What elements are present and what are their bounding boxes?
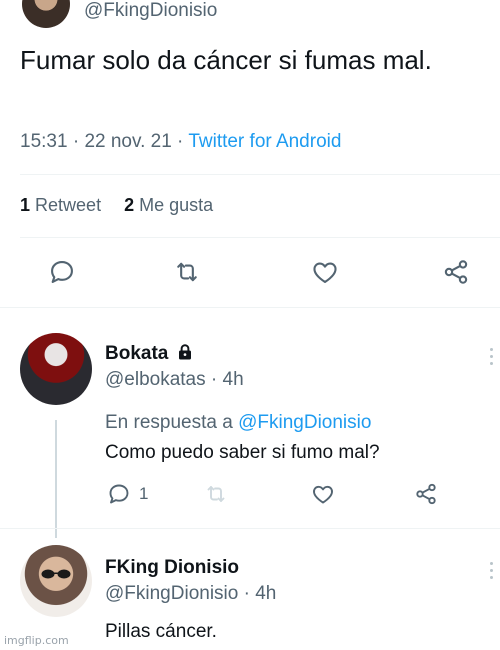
more-icon[interactable] — [490, 562, 496, 579]
retweet-button[interactable] — [172, 258, 202, 286]
sunglasses-icon — [41, 569, 71, 579]
likes-stat[interactable]: 2 Me gusta — [124, 195, 213, 215]
like-icon — [313, 485, 333, 504]
divider — [20, 237, 500, 238]
main-tweet-text: Fumar solo da cáncer si fumas mal. — [20, 45, 432, 75]
meta-separator: · — [177, 131, 184, 152]
like-icon — [313, 262, 337, 283]
retweets-label: Retweet — [35, 195, 102, 215]
time-separator: · — [243, 583, 250, 604]
reply-context: En respuesta a @FkingDionisio — [105, 412, 371, 434]
dionisio-reply-text: Pillas cáncer. — [105, 621, 217, 642]
tweet-time[interactable]: 15:31 — [20, 131, 68, 152]
main-author-handle[interactable]: @FkingDionisio — [84, 0, 217, 22]
bokata-reply-text: Como puedo saber si fumo mal? — [105, 442, 380, 463]
bokata-time[interactable]: 4h — [223, 369, 244, 390]
dionisio-handle-row: @FkingDionisio · 4h — [105, 583, 276, 605]
bokata-display-name[interactable]: Bokata — [105, 343, 194, 365]
retweet-icon — [177, 262, 197, 282]
retweets-count: 1 — [20, 195, 31, 215]
share-button[interactable] — [414, 482, 438, 506]
tweet-date[interactable]: 22 nov. 21 — [84, 131, 171, 152]
share-icon — [444, 260, 468, 284]
main-author-avatar[interactable] — [22, 0, 70, 28]
like-button[interactable] — [310, 258, 340, 286]
dionisio-display-name[interactable]: FKing Dionisio — [105, 557, 239, 579]
dionisio-time[interactable]: 4h — [255, 583, 276, 604]
reply-icon — [109, 484, 129, 504]
thread-connector — [55, 420, 57, 538]
divider — [0, 528, 500, 529]
tweet-source-link[interactable]: Twitter for Android — [188, 131, 341, 152]
reply-icon — [51, 261, 73, 283]
reply-button[interactable]: 1 — [107, 482, 148, 506]
reply-mention-link[interactable]: @FkingDionisio — [238, 412, 371, 433]
reply-count: 1 — [139, 484, 149, 503]
bokata-handle-row: @elbokatas · 4h — [105, 369, 244, 391]
share-icon — [416, 483, 436, 505]
reply-prefix: En respuesta a — [105, 412, 233, 433]
likes-count: 2 — [124, 195, 135, 215]
meta-separator: · — [72, 131, 80, 152]
bokata-name-text: Bokata — [105, 343, 169, 364]
tweet-meta: 15:31 · 22 nov. 21 · Twitter for Android — [20, 131, 341, 153]
retweet-button[interactable] — [204, 482, 228, 506]
more-icon[interactable] — [490, 348, 496, 365]
reply-button[interactable] — [48, 258, 76, 286]
tweet-stats: 1 Retweet 2 Me gusta — [20, 195, 213, 216]
share-button[interactable] — [442, 258, 470, 286]
like-button[interactable] — [311, 482, 335, 506]
retweets-stat[interactable]: 1 Retweet — [20, 195, 101, 215]
bokata-avatar[interactable] — [20, 333, 92, 405]
lock-icon — [178, 344, 191, 360]
divider — [0, 307, 500, 308]
watermark: imgflip.com — [4, 634, 69, 647]
dionisio-avatar[interactable] — [20, 545, 92, 617]
bokata-handle[interactable]: @elbokatas — [105, 369, 206, 390]
tweet-action-bar — [0, 252, 500, 292]
dionisio-handle[interactable]: @FkingDionisio — [105, 583, 238, 604]
retweet-icon — [207, 486, 225, 502]
time-separator: · — [210, 369, 218, 390]
likes-label: Me gusta — [139, 195, 214, 215]
divider — [20, 174, 500, 175]
